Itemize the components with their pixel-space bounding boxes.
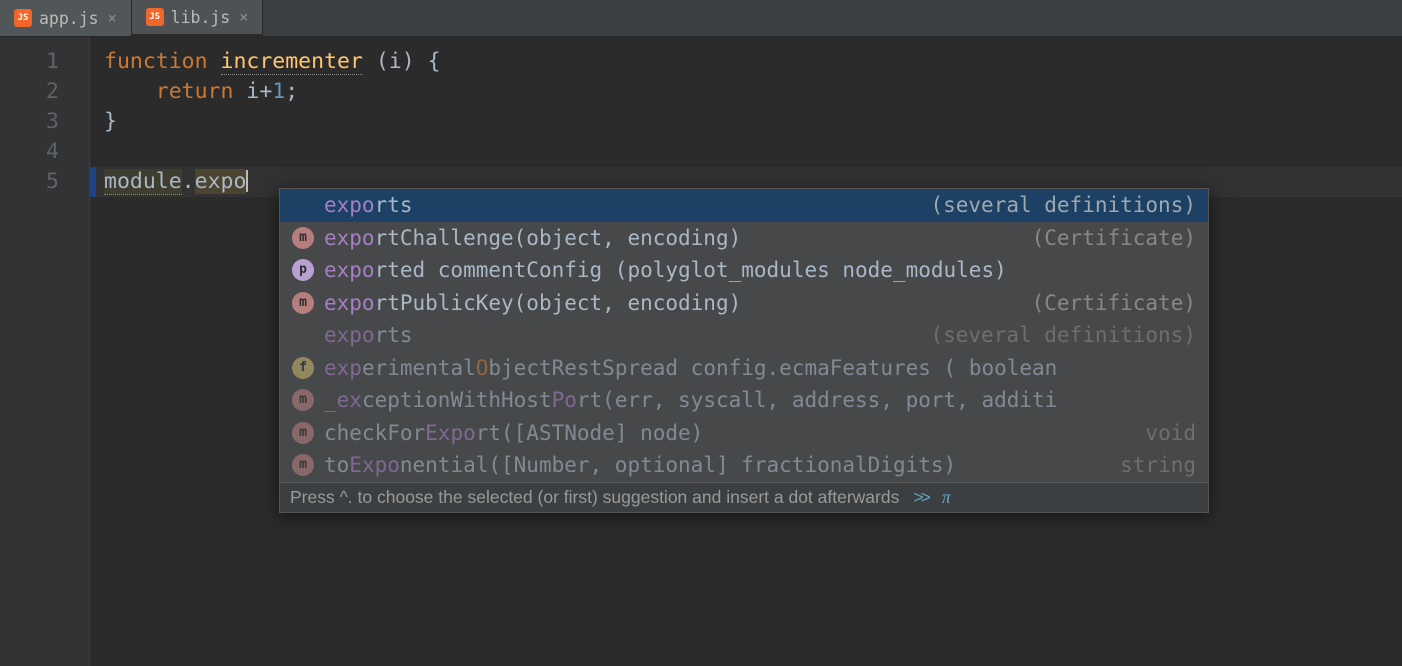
suggestion-tail: (Certificate) — [1032, 288, 1196, 318]
suggestion-tail: void — [1145, 418, 1196, 448]
suggestion-item[interactable]: m checkForExport([ASTNode] node) void — [280, 417, 1208, 450]
tab-bar: JS app.js × JS lib.js × — [0, 0, 1402, 37]
suggestion-text: exportPublicKey(object, encoding) — [324, 288, 1022, 318]
suggestion-text: experimentalObjectRestSpread config.ecma… — [324, 353, 1196, 383]
line-number: 2 — [0, 77, 89, 107]
close-icon[interactable]: × — [237, 8, 250, 26]
tab-lib-js[interactable]: JS lib.js × — [132, 0, 264, 36]
p-kind-icon: p — [292, 259, 314, 281]
code-line[interactable]: } — [90, 107, 1402, 137]
suggestion-text: _exceptionWithHostPort(err, syscall, add… — [324, 385, 1196, 415]
suggestion-item[interactable]: m toExponential([Number, optional] fracti… — [280, 449, 1208, 482]
m-kind-icon: m — [292, 389, 314, 411]
pi-icon[interactable]: π — [942, 482, 951, 512]
m-kind-icon: m — [292, 422, 314, 444]
suggestion-text: exports — [324, 190, 920, 220]
hint-text: Press ^. to choose the selected (or firs… — [290, 482, 899, 512]
m-kind-icon: m — [292, 227, 314, 249]
current-line-marker — [90, 167, 96, 197]
suggestion-text: toExponential([Number, optional] fractio… — [324, 450, 1110, 480]
suggestion-item[interactable]: m _exceptionWithHostPort(err, syscall, ad… — [280, 384, 1208, 417]
suggestion-item[interactable]: f experimentalObjectRestSpread config.ecm… — [280, 352, 1208, 385]
code-line[interactable]: return i+1; — [90, 77, 1402, 107]
js-file-icon: JS — [146, 8, 164, 26]
line-number: 5 — [0, 167, 89, 197]
f-kind-icon: f — [292, 357, 314, 379]
suggestion-text: exported commentConfig (polyglot_modules… — [324, 255, 1196, 285]
line-number: 4 — [0, 137, 89, 167]
autocomplete-popup: exports (several definitions) m exportChall… — [279, 188, 1209, 513]
expand-icon[interactable]: >> — [913, 482, 927, 512]
suggestion-item[interactable]: m exportChallenge(object, encoding) (Cert… — [280, 222, 1208, 255]
line-gutter: 1 2 3 4 5 — [0, 37, 90, 666]
close-icon[interactable]: × — [106, 9, 119, 27]
suggestion-tail: (several definitions) — [930, 190, 1196, 220]
text-caret — [246, 170, 248, 192]
suggestion-item[interactable]: m exportPublicKey(object, encoding) (Cert… — [280, 287, 1208, 320]
line-number: 3 — [0, 107, 89, 137]
js-file-icon: JS — [14, 9, 32, 27]
autocomplete-hint-bar: Press ^. to choose the selected (or firs… — [280, 482, 1208, 512]
suggestion-item[interactable]: exports (several definitions) — [280, 319, 1208, 352]
suggestion-tail: (several definitions) — [930, 320, 1196, 350]
tab-label: app.js — [39, 9, 99, 28]
suggestion-text: exports — [324, 320, 920, 350]
suggestion-item[interactable]: p exported commentConfig (polyglot_module… — [280, 254, 1208, 287]
suggestion-tail: (Certificate) — [1032, 223, 1196, 253]
suggestion-text: exportChallenge(object, encoding) — [324, 223, 1022, 253]
suggestion-item[interactable]: exports (several definitions) — [280, 189, 1208, 222]
m-kind-icon: m — [292, 292, 314, 314]
code-area[interactable]: function incrementer (i) { return i+1; }… — [90, 37, 1402, 666]
tab-label: lib.js — [171, 8, 231, 27]
code-line[interactable] — [90, 137, 1402, 167]
line-number: 1 — [0, 47, 89, 77]
tab-bar-spacer — [263, 0, 1402, 36]
editor: 1 2 3 4 5 function incrementer (i) { ret… — [0, 37, 1402, 666]
suggestion-tail: string — [1120, 450, 1196, 480]
m-kind-icon: m — [292, 454, 314, 476]
tab-app-js[interactable]: JS app.js × — [0, 0, 132, 36]
suggestion-text: checkForExport([ASTNode] node) — [324, 418, 1135, 448]
code-line[interactable]: function incrementer (i) { — [90, 47, 1402, 77]
